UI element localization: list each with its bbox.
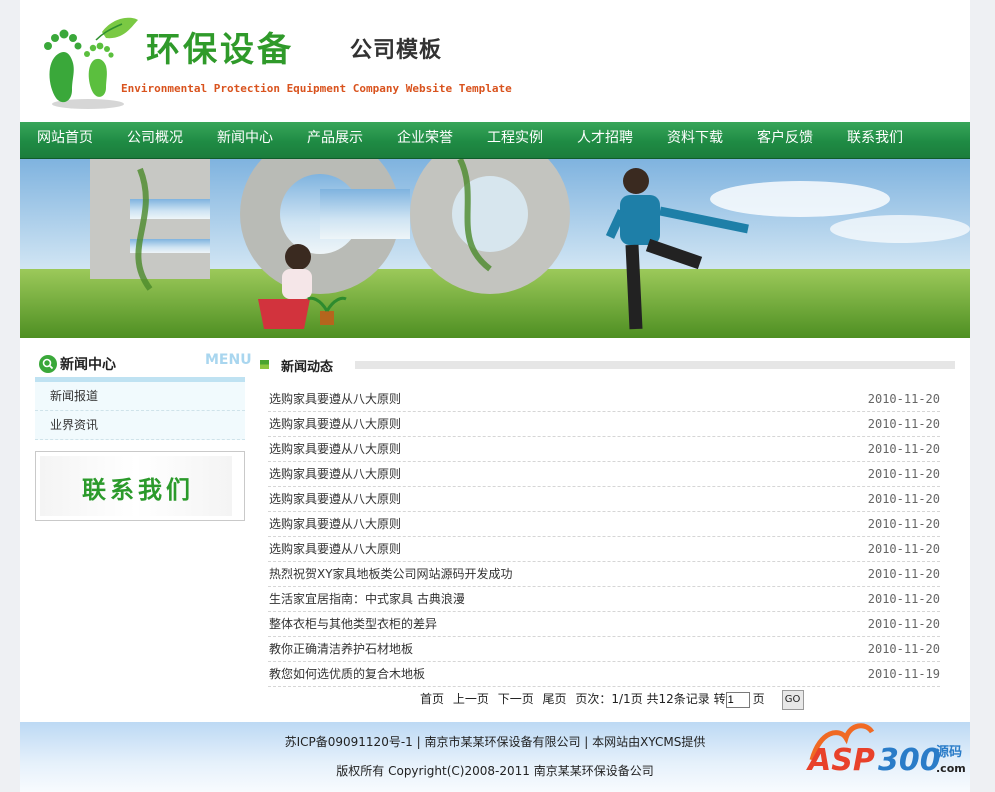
list-item: 选购家具要遵从八大原则 2010-11-20 — [268, 437, 940, 462]
asp300-watermark-logo: ASP 300 源码 .com — [806, 720, 972, 782]
news-title-link[interactable]: 选购家具要遵从八大原则 — [269, 412, 401, 436]
svg-text:300: 300 — [878, 743, 941, 778]
nav-item-feedback[interactable]: 客户反馈 — [740, 122, 830, 154]
list-item: 选购家具要遵从八大原则 2010-11-20 — [268, 537, 940, 562]
list-item: 生活家宜居指南：中式家具 古典浪漫 2010-11-20 — [268, 587, 940, 612]
pager-next-link[interactable]: 下一页 — [498, 692, 534, 706]
pager-page-unit: 页 — [752, 692, 765, 706]
list-item: 热烈祝贺XY家具地板类公司网站源码开发成功 2010-11-20 — [268, 562, 940, 587]
news-section-header: 新闻动态 — [260, 352, 955, 376]
pager-first-link[interactable]: 首页 — [420, 692, 444, 706]
section-header-bar — [355, 361, 955, 369]
svg-text:.com: .com — [936, 762, 966, 775]
go-button[interactable]: GO — [781, 689, 804, 710]
nav-item-news[interactable]: 新闻中心 — [200, 122, 290, 154]
news-date: 2010-11-20 — [867, 417, 940, 431]
news-title-link[interactable]: 选购家具要遵从八大原则 — [269, 537, 401, 561]
sidebar-header: 新闻中心 MENU — [35, 350, 252, 378]
nav-item-products[interactable]: 产品展示 — [290, 122, 380, 154]
list-item: 选购家具要遵从八大原则 2010-11-20 — [268, 487, 940, 512]
sidebar-list: 新闻报道 业界资讯 — [35, 382, 245, 440]
contact-us-inner: 联系我们 — [40, 456, 232, 516]
news-title-link[interactable]: 整体衣柜与其他类型衣柜的差异 — [269, 612, 437, 636]
news-date: 2010-11-20 — [867, 617, 940, 631]
nav-item-jobs[interactable]: 人才招聘 — [560, 122, 650, 154]
svg-text:ASP: ASP — [806, 743, 875, 778]
pagination: 首页 上一页 下一页 尾页 页次：1/1页 共12条记录 转 页 GO — [420, 688, 809, 710]
list-item: 教您如何选优质的复合木地板 2010-11-19 — [268, 662, 940, 687]
news-title-link[interactable]: 选购家具要遵从八大原则 — [269, 462, 401, 486]
eco-banner — [20, 159, 970, 338]
news-date: 2010-11-19 — [867, 667, 940, 681]
sidebar-item-news-reports[interactable]: 新闻报道 — [35, 382, 245, 411]
list-item: 教你正确清洁养护石材地板 2010-11-20 — [268, 637, 940, 662]
nav-item-projects[interactable]: 工程实例 — [470, 122, 560, 154]
sidebar-title: 新闻中心 — [60, 357, 116, 373]
list-item: 选购家具要遵从八大原则 2010-11-20 — [268, 462, 940, 487]
search-magnifier-icon — [39, 355, 57, 373]
news-date: 2010-11-20 — [867, 517, 940, 531]
page: 环保设备 公司模板 Environmental Protection Equip… — [20, 0, 970, 792]
news-section-title: 新闻动态 — [281, 360, 334, 375]
news-title-link[interactable]: 教您如何选优质的复合木地板 — [269, 662, 425, 686]
news-date: 2010-11-20 — [867, 592, 940, 606]
list-item: 整体衣柜与其他类型衣柜的差异 2010-11-20 — [268, 612, 940, 637]
list-item: 选购家具要遵从八大原则 2010-11-20 — [268, 512, 940, 537]
main-nav: 网站首页 公司概况 新闻中心 产品展示 企业荣誉 工程实例 人才招聘 资料下载 … — [20, 122, 970, 159]
pager-prev-link[interactable]: 上一页 — [453, 692, 489, 706]
news-date: 2010-11-20 — [867, 567, 940, 581]
news-date: 2010-11-20 — [867, 467, 940, 481]
footprint-leaf-logo-icon — [44, 17, 138, 109]
site-title: 环保设备 — [146, 30, 294, 70]
sidebar-menu-label: MENU — [205, 352, 252, 368]
news-date: 2010-11-20 — [867, 542, 940, 556]
news-title-link[interactable]: 教你正确清洁养护石材地板 — [269, 637, 413, 661]
header: 环保设备 公司模板 Environmental Protection Equip… — [20, 0, 970, 122]
contact-us-label: 联系我们 — [82, 475, 194, 504]
contact-us-banner[interactable]: 联系我们 — [35, 451, 245, 521]
news-title-link[interactable]: 选购家具要遵从八大原则 — [269, 512, 401, 536]
news-date: 2010-11-20 — [867, 442, 940, 456]
site-english-title: Environmental Protection Equipment Compa… — [121, 82, 512, 95]
eco-banner-image — [20, 159, 970, 338]
nav-item-contact[interactable]: 联系我们 — [830, 122, 920, 154]
pager-last-link[interactable]: 尾页 — [543, 692, 567, 706]
news-title-link[interactable]: 选购家具要遵从八大原则 — [269, 437, 401, 461]
list-item: 选购家具要遵从八大原则 2010-11-20 — [268, 412, 940, 437]
news-title-link[interactable]: 选购家具要遵从八大原则 — [269, 487, 401, 511]
page-number-input[interactable] — [725, 691, 750, 708]
nav-item-downloads[interactable]: 资料下载 — [650, 122, 740, 154]
site-subtitle: 公司模板 — [350, 38, 443, 63]
sidebar-item-industry-info[interactable]: 业界资讯 — [35, 411, 245, 440]
news-title-link[interactable]: 选购家具要遵从八大原则 — [269, 387, 401, 411]
news-date: 2010-11-20 — [867, 642, 940, 656]
svg-text:源码: 源码 — [936, 744, 962, 760]
news-date: 2010-11-20 — [867, 392, 940, 406]
nav-item-about[interactable]: 公司概况 — [110, 122, 200, 154]
pager-info: 页次：1/1页 共12条记录 转 — [575, 692, 726, 706]
nav-item-honors[interactable]: 企业荣誉 — [380, 122, 470, 154]
section-square-icon — [260, 360, 269, 369]
news-title-link[interactable]: 热烈祝贺XY家具地板类公司网站源码开发成功 — [269, 562, 513, 586]
list-item: 选购家具要遵从八大原则 2010-11-20 — [268, 387, 940, 412]
news-date: 2010-11-20 — [867, 492, 940, 506]
nav-item-home[interactable]: 网站首页 — [20, 122, 110, 154]
news-list: 选购家具要遵从八大原则 2010-11-20 选购家具要遵从八大原则 2010-11… — [268, 387, 940, 687]
news-title-link[interactable]: 生活家宜居指南：中式家具 古典浪漫 — [269, 587, 465, 611]
